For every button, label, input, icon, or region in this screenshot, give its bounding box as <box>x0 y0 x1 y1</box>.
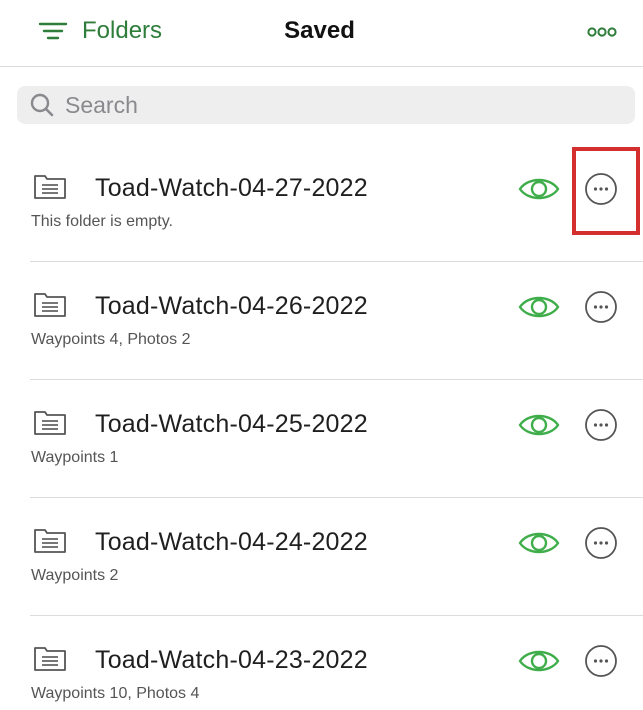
ellipsis-circle-icon <box>585 527 617 559</box>
folders-label: Folders <box>82 17 163 44</box>
visibility-button[interactable] <box>518 646 560 676</box>
top-bar: Folders Saved <box>0 0 643 67</box>
folder-row[interactable]: Toad-Watch-04-25-2022 Waypoints 1 <box>0 380 643 498</box>
eye-icon <box>518 532 560 554</box>
folder-icon <box>33 408 67 436</box>
more-options-button[interactable] <box>587 26 617 38</box>
search-bar[interactable] <box>17 86 635 124</box>
eye-icon <box>518 650 560 672</box>
folder-options-button[interactable] <box>584 172 618 206</box>
folder-subtitle: Waypoints 1 <box>31 449 119 466</box>
ellipsis-circle-icon <box>585 173 617 205</box>
folder-icon <box>33 172 67 200</box>
search-icon <box>29 92 55 118</box>
ellipsis-circle-icon <box>585 645 617 677</box>
folder-icon <box>33 526 67 554</box>
three-dots-icon <box>587 27 617 37</box>
folder-row[interactable]: Toad-Watch-04-24-2022 Waypoints 2 <box>0 498 643 616</box>
ellipsis-circle-icon <box>585 291 617 323</box>
folder-name: Toad-Watch-04-23-2022 <box>95 646 368 674</box>
ellipsis-circle-icon <box>585 409 617 441</box>
folder-name: Toad-Watch-04-26-2022 <box>95 292 368 320</box>
folder-name: Toad-Watch-04-25-2022 <box>95 410 368 438</box>
folder-subtitle: This folder is empty. <box>31 213 173 230</box>
eye-icon <box>518 296 560 318</box>
folder-row[interactable]: Toad-Watch-04-23-2022 Waypoints 10, Phot… <box>0 616 643 710</box>
page-title-text: Saved <box>284 17 355 44</box>
folder-list: Toad-Watch-04-27-2022 This folder is emp… <box>0 144 643 710</box>
folder-options-button[interactable] <box>584 408 618 442</box>
eye-icon <box>518 414 560 436</box>
visibility-button[interactable] <box>518 410 560 440</box>
folder-icon <box>33 644 67 672</box>
visibility-button[interactable] <box>518 292 560 322</box>
folders-button[interactable]: Folders <box>38 17 162 45</box>
folder-name: Toad-Watch-04-24-2022 <box>95 528 368 556</box>
folder-row[interactable]: Toad-Watch-04-27-2022 This folder is emp… <box>0 144 643 262</box>
search-input[interactable] <box>63 90 607 120</box>
eye-icon <box>518 178 560 200</box>
folder-row[interactable]: Toad-Watch-04-26-2022 Waypoints 4, Photo… <box>0 262 643 380</box>
folder-subtitle: Waypoints 4, Photos 2 <box>31 331 191 348</box>
visibility-button[interactable] <box>518 528 560 558</box>
folder-icon <box>33 290 67 318</box>
saved-screen: Folders Saved T <box>0 0 643 710</box>
folder-subtitle: Waypoints 10, Photos 4 <box>31 685 200 702</box>
filter-lines-icon <box>38 19 68 43</box>
visibility-button[interactable] <box>518 174 560 204</box>
folder-name: Toad-Watch-04-27-2022 <box>95 174 368 202</box>
folder-subtitle: Waypoints 2 <box>31 567 119 584</box>
folder-options-button[interactable] <box>584 526 618 560</box>
folder-options-button[interactable] <box>584 290 618 324</box>
folder-options-button[interactable] <box>584 644 618 678</box>
